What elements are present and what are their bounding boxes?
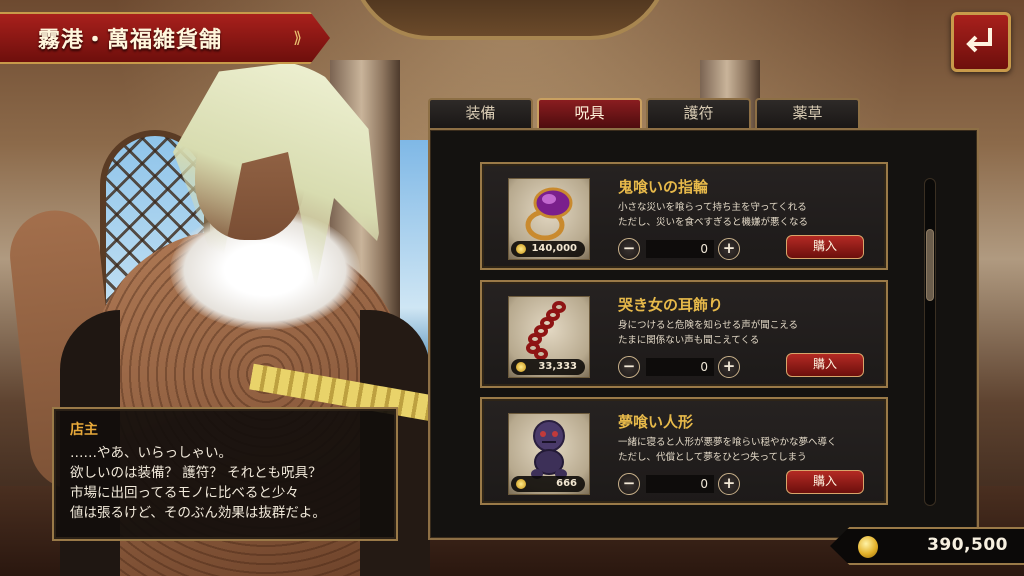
price-tag: 33,333 [511, 359, 585, 375]
shop-item-panel: 140,000 鬼喰いの指輪 小さな災いを喰らって持ち主を守ってくれる ただし、… [428, 128, 979, 540]
coin-icon [516, 362, 526, 372]
coin-icon [516, 244, 526, 254]
banner-arrow-icon: ⟫ [293, 28, 302, 47]
ring-icon [525, 187, 573, 241]
item-thumbnail[interactable]: 140,000 [508, 178, 590, 260]
dialogue-line: ……やあ、いらっしゃい。 [70, 445, 232, 461]
item-name: 哭き女の耳飾り [618, 296, 724, 314]
item-name: 夢喰い人形 [618, 413, 694, 431]
item-desc-line: ただし、代償として夢をひとつ失ってしまう [618, 452, 807, 463]
decrease-quantity-button[interactable]: − [618, 238, 640, 260]
item-thumbnail[interactable]: 33,333 [508, 296, 590, 378]
increase-quantity-button[interactable]: + [718, 238, 740, 260]
quantity-value: 0 [646, 358, 714, 376]
ceiling-ornament [350, 0, 670, 40]
item-card: 33,333 哭き女の耳飾り 身につけると危険を知らせる声が聞こえる たまに関係… [480, 280, 888, 388]
item-desc-line: 身につけると危険を知らせる声が聞こえる [618, 320, 799, 331]
item-card: 140,000 鬼喰いの指輪 小さな災いを喰らって持ち主を守ってくれる ただし、… [480, 162, 888, 270]
back-button[interactable] [951, 12, 1011, 72]
item-desc-line: たまに関係ない声も聞こえてくる [618, 335, 760, 346]
item-card: 666 夢喰い人形 一緒に寝ると人形が悪夢を喰らい穏やかな夢へ導く ただし、代償… [480, 397, 888, 505]
tab-herbs[interactable]: 薬草 [755, 98, 860, 128]
item-thumbnail[interactable]: 666 [508, 413, 590, 495]
earring-chain-icon [526, 301, 566, 360]
tab-talismans[interactable]: 護符 [646, 98, 751, 128]
dialogue-line: 値は張るけど、そのぶん効果は抜群だよ。 [70, 505, 326, 521]
shop-title-banner: 霧港・萬福雑貨舗 ⟫ [0, 12, 330, 64]
increase-quantity-button[interactable]: + [718, 473, 740, 495]
item-price: 666 [556, 478, 577, 489]
decrease-quantity-button[interactable]: − [618, 473, 640, 495]
item-description: 身につけると危険を知らせる声が聞こえる たまに関係ない声も聞こえてくる [618, 318, 878, 348]
shop-title: 霧港・萬福雑貨舗 [38, 27, 223, 53]
tab-cursed-tools[interactable]: 呪具 [537, 98, 642, 128]
price-tag: 140,000 [511, 241, 585, 257]
item-price: 140,000 [531, 243, 577, 254]
quantity-value: 0 [646, 475, 714, 493]
scrollbar[interactable] [924, 178, 936, 506]
coin-icon [516, 479, 526, 489]
currency-amount: 390,500 [927, 535, 1008, 555]
gold-coin-icon [858, 536, 878, 558]
scrollbar-thumb[interactable] [926, 229, 934, 301]
buy-button[interactable]: 購入 [786, 353, 864, 377]
dialogue-box[interactable]: 店主 ……やあ、いらっしゃい。 欲しいのは装備？ 護符？ それとも呪具？ 市場に… [52, 407, 398, 541]
dialogue-line: 市場に出回ってるモノに比べると少々 [70, 485, 299, 501]
item-name: 鬼喰いの指輪 [618, 178, 709, 196]
doll-icon [531, 420, 567, 479]
decrease-quantity-button[interactable]: − [618, 356, 640, 378]
price-tag: 666 [511, 476, 585, 492]
tab-equipment[interactable]: 装備 [428, 98, 533, 128]
speaker-name: 店主 [70, 422, 98, 438]
item-description: 小さな災いを喰らって持ち主を守ってくれる ただし、災いを食べすぎると機嫌が悪くな… [618, 200, 878, 230]
item-desc-line: ただし、災いを食べすぎると機嫌が悪くなる [618, 217, 809, 228]
item-desc-line: 小さな災いを喰らって持ち主を守ってくれる [618, 202, 807, 213]
quantity-value: 0 [646, 240, 714, 258]
item-description: 一緒に寝ると人形が悪夢を喰らい穏やかな夢へ導く ただし、代償として夢をひとつ失っ… [618, 435, 878, 465]
item-price: 33,333 [538, 361, 577, 372]
quantity-stepper: − 0 + [618, 473, 748, 495]
buy-button[interactable]: 購入 [786, 470, 864, 494]
quantity-stepper: − 0 + [618, 356, 748, 378]
increase-quantity-button[interactable]: + [718, 356, 740, 378]
category-tabs: 装備 呪具 護符 薬草 [428, 98, 860, 128]
currency-display: 390,500 [830, 527, 1024, 565]
buy-button[interactable]: 購入 [786, 235, 864, 259]
item-desc-line: 一緒に寝ると人形が悪夢を喰らい穏やかな夢へ導く [618, 437, 837, 448]
return-arrow-icon [966, 28, 992, 53]
dialogue-line: 欲しいのは装備？ 護符？ それとも呪具？ [70, 465, 322, 481]
quantity-stepper: − 0 + [618, 238, 748, 260]
